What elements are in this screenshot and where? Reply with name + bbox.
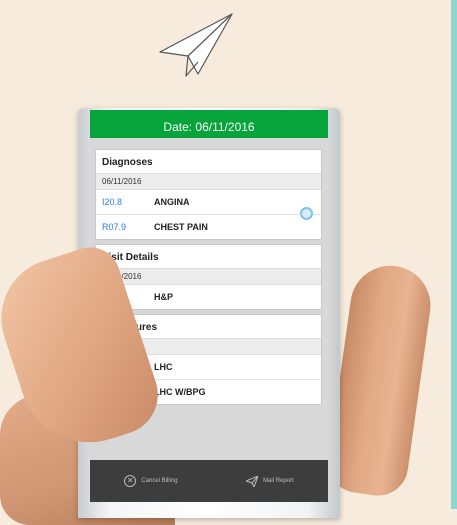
diagnosis-code-link[interactable]: R07.9	[102, 222, 154, 232]
mail-report-label: Mail Report	[263, 478, 294, 484]
cancel-billing-label: Cancel Billing	[141, 478, 178, 484]
list-item[interactable]: I20.8 ANGINA	[96, 190, 321, 215]
diagnosis-description: CHEST PAIN	[154, 222, 208, 232]
hand-finger	[324, 260, 436, 500]
send-icon	[246, 475, 259, 487]
decorative-edge-strip	[451, 0, 457, 509]
bottom-action-bar: ✕ Cancel Billing Mail Report	[90, 460, 328, 502]
diagnosis-code-link[interactable]: I20.8	[102, 197, 154, 207]
radio-indicator-icon[interactable]	[300, 207, 313, 220]
section-date: 06/11/2016	[96, 268, 321, 285]
diagnoses-card: Diagnoses 06/11/2016 I20.8 ANGINA R07.9 …	[95, 149, 322, 240]
paper-plane-icon	[159, 13, 233, 77]
mail-report-button[interactable]: Mail Report	[246, 475, 294, 487]
list-item[interactable]: R07.9 CHEST PAIN	[96, 215, 321, 239]
cancel-billing-button[interactable]: ✕ Cancel Billing	[124, 475, 178, 487]
diagnosis-description: ANGINA	[154, 197, 190, 207]
date-header-label: Date: 06/11/2016	[163, 120, 255, 134]
visit-description: H&P	[154, 292, 174, 302]
procedure-description: LHC	[154, 362, 173, 372]
section-title: Diagnoses	[102, 157, 153, 168]
cancel-circle-icon: ✕	[124, 475, 137, 487]
procedure-description: LHC W/BPG	[154, 387, 206, 397]
section-date: 06/11/2016	[96, 173, 321, 190]
date-header: Date: 06/11/2016	[90, 116, 328, 138]
section-title: Visit Details	[102, 252, 159, 263]
